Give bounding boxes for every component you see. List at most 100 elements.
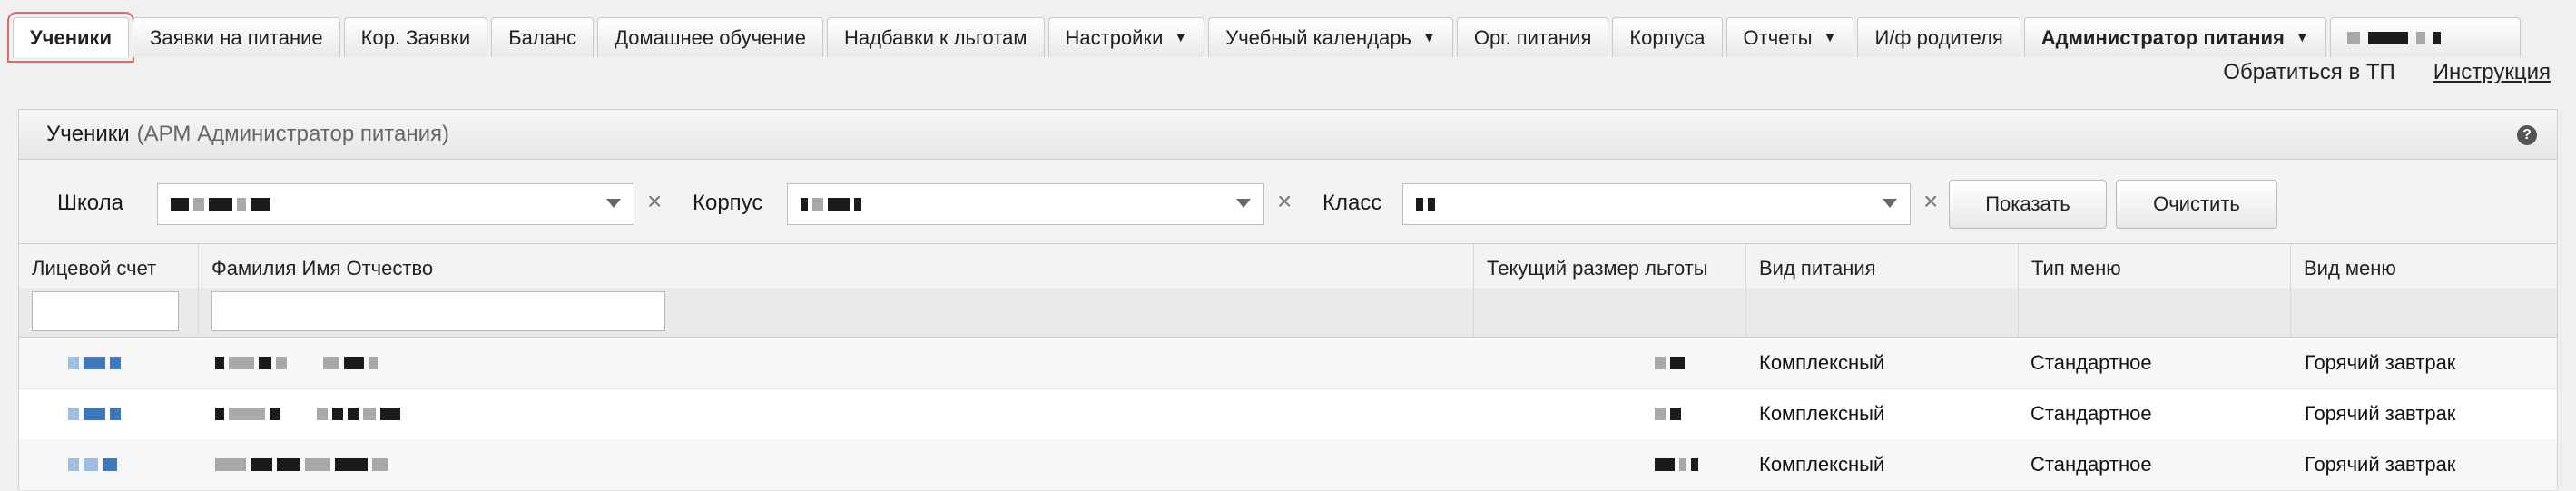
tab-label: Отчеты — [1743, 25, 1813, 49]
account-cell — [68, 439, 122, 490]
tab-reports[interactable]: Отчеты ▼ — [1726, 17, 1854, 57]
class-label: Класс — [1322, 191, 1382, 215]
chevron-down-icon: ▼ — [1174, 30, 1188, 45]
chevron-down-icon: ▼ — [1421, 30, 1436, 45]
school-select[interactable] — [157, 183, 634, 225]
tab-buildings[interactable]: Корпуса — [1612, 17, 1723, 57]
menu-kind-cell: Горячий завтрак — [2305, 453, 2456, 476]
benefit-cell — [1655, 388, 1686, 439]
tab-students[interactable]: Ученики — [6, 12, 135, 63]
filter-row-band — [2291, 288, 2557, 337]
fio-cell — [215, 338, 382, 388]
benefit-cell — [1655, 439, 1703, 490]
menu-kind-cell: Горячий завтрак — [2305, 351, 2456, 374]
column-header-menu-type[interactable]: Тип меню — [2019, 244, 2291, 337]
building-label: Корпус — [693, 191, 763, 215]
tab-settings[interactable]: Настройки ▼ — [1047, 17, 1205, 57]
show-button[interactable]: Показать — [1949, 180, 2107, 229]
tab-meal-administrator[interactable]: Администратор питания ▼ — [2023, 17, 2326, 57]
redacted-text — [2346, 31, 2360, 44]
column-header-benefit[interactable]: Текущий размер льготы — [1474, 244, 1746, 337]
filter-row-band — [1746, 288, 2018, 337]
column-header-fio[interactable]: Фамилия Имя Отчество — [199, 244, 1474, 337]
column-title: Вид меню — [2304, 257, 2396, 280]
panel-subtitle: (АРМ Администратор питания) — [136, 122, 450, 146]
contact-support-link[interactable]: Обратиться в ТП — [2223, 60, 2394, 85]
redacted-text — [251, 198, 270, 211]
tab-balance[interactable]: Баланс — [491, 17, 595, 57]
class-select[interactable] — [1402, 183, 1911, 225]
redacted-text — [854, 198, 861, 211]
redacted-text — [209, 198, 232, 211]
tab-label: И/ф родителя — [1874, 25, 2003, 49]
filter-bar: Школа × Корпус × Класс × Показать Очисти… — [19, 160, 2557, 244]
column-title: Лицевой счет — [32, 257, 157, 280]
redacted-text — [812, 198, 823, 211]
grid-header: Лицевой счет Фамилия Имя Отчество Текущи… — [19, 244, 2557, 338]
fio-cell — [215, 388, 405, 439]
school-label: Школа — [57, 191, 123, 215]
account-cell — [68, 388, 125, 439]
tab-label: Домашнее обучение — [615, 25, 806, 49]
tab-benefit-surcharges[interactable]: Надбавки к льготам — [826, 17, 1045, 57]
menu-type-cell: Стандартное — [2030, 402, 2152, 425]
chevron-down-icon: ▼ — [1823, 30, 1837, 45]
header-links: Обратиться в ТП Инструкция — [2223, 60, 2551, 85]
column-title: Вид питания — [1759, 257, 1876, 280]
panel-title: Ученики — [46, 122, 130, 146]
students-panel: Ученики (АРМ Администратор питания) ? Шк… — [18, 109, 2558, 491]
menu-type-cell: Стандартное — [2030, 351, 2152, 374]
reset-button[interactable]: Очистить — [2116, 180, 2277, 229]
redacted-text — [171, 198, 189, 211]
tab-school-calendar[interactable]: Учебный календарь ▼ — [1208, 17, 1453, 57]
redacted-text — [237, 198, 246, 211]
tab-label: Кор. Заявки — [360, 25, 471, 49]
chevron-down-icon — [606, 199, 621, 208]
clear-class-icon[interactable]: × — [1923, 187, 1938, 216]
column-title: Текущий размер льготы — [1487, 257, 1708, 280]
tab-label: Орг. питания — [1473, 25, 1592, 49]
account-filter-input[interactable] — [32, 291, 179, 331]
table-row[interactable]: Комплексный Стандартное Горячий завтрак — [19, 388, 2557, 440]
user-menu-tab[interactable] — [2329, 17, 2521, 57]
tab-parent-interface[interactable]: И/ф родителя — [1857, 17, 2020, 57]
panel-header: Ученики (АРМ Администратор питания) ? — [19, 110, 2557, 160]
tab-label: Настройки — [1065, 25, 1164, 49]
tab-label: Администратор питания — [2040, 25, 2285, 49]
redacted-text — [1416, 198, 1423, 211]
fio-filter-input[interactable] — [211, 291, 665, 331]
menu-kind-cell: Горячий завтрак — [2305, 402, 2456, 425]
redacted-text — [2415, 31, 2425, 44]
redacted-text — [2367, 31, 2408, 44]
help-icon[interactable]: ? — [2517, 125, 2537, 145]
chevron-down-icon: ▼ — [2295, 30, 2309, 45]
tab-meal-requests[interactable]: Заявки на питание — [133, 17, 340, 57]
redacted-text — [801, 198, 808, 211]
column-header-meal-type[interactable]: Вид питания — [1746, 244, 2019, 337]
redacted-text — [2433, 31, 2441, 44]
clear-building-icon[interactable]: × — [1277, 187, 1292, 216]
tab-label: Ученики — [30, 25, 113, 49]
building-select[interactable] — [787, 183, 1264, 225]
tab-correction-requests[interactable]: Кор. Заявки — [343, 17, 488, 57]
table-row[interactable]: Комплексный Стандартное Горячий завтрак — [19, 439, 2557, 491]
chevron-down-icon — [1883, 199, 1897, 208]
menu-type-cell: Стандартное — [2030, 453, 2152, 476]
chevron-down-icon — [1236, 199, 1251, 208]
table-row[interactable]: Комплексный Стандартное Горячий завтрак — [19, 338, 2557, 389]
redacted-text — [1428, 198, 1435, 211]
column-title: Фамилия Имя Отчество — [211, 257, 434, 280]
tab-home-schooling[interactable]: Домашнее обучение — [597, 17, 823, 57]
tab-label: Заявки на питание — [150, 25, 323, 49]
benefit-cell — [1655, 338, 1689, 388]
column-header-account[interactable]: Лицевой счет — [19, 244, 199, 337]
tab-meal-organization[interactable]: Орг. питания — [1456, 17, 1609, 57]
redacted-text — [828, 198, 850, 211]
tab-label: Учебный календарь — [1225, 25, 1411, 49]
fio-cell — [215, 439, 393, 490]
clear-school-icon[interactable]: × — [647, 187, 662, 216]
column-title: Тип меню — [2031, 257, 2121, 280]
account-cell — [68, 338, 125, 388]
column-header-menu-kind[interactable]: Вид меню — [2291, 244, 2557, 337]
manual-link[interactable]: Инструкция — [2433, 60, 2551, 85]
